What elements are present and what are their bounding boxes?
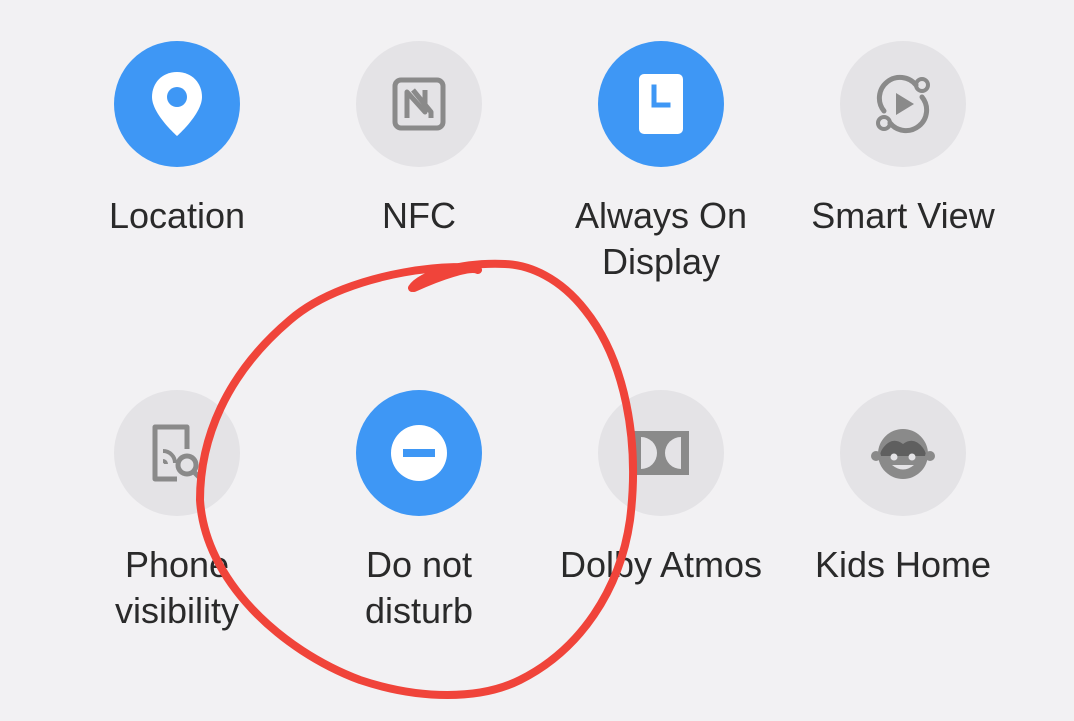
tile-smart-view[interactable]: Smart View	[782, 41, 1024, 239]
tile-dolby-atmos[interactable]: Dolby Atmos	[540, 390, 782, 588]
tile-label-dolby-atmos: Dolby Atmos	[559, 544, 763, 585]
tile-label-phone-visibility: Phone visibility	[114, 544, 239, 631]
tile-do-not-disturb[interactable]: Do not disturb	[298, 390, 540, 634]
location-pin-icon	[152, 72, 202, 136]
tile-location[interactable]: Location	[56, 41, 298, 239]
smart-view-icon	[876, 74, 930, 134]
tile-label-always-on-display: Always On Display	[574, 195, 748, 282]
dolby-atmos-icon	[633, 431, 689, 475]
tile-label-location: Location	[108, 195, 246, 236]
dolby-atmos-toggle[interactable]	[598, 390, 724, 516]
kids-home-toggle[interactable]	[840, 390, 966, 516]
tile-nfc[interactable]: NFC	[298, 41, 540, 239]
tile-always-on-display[interactable]: Always On Display	[540, 41, 782, 285]
tile-label-smart-view: Smart View	[811, 195, 995, 236]
tile-label-kids-home: Kids Home	[814, 544, 992, 585]
phone-visibility-toggle[interactable]	[114, 390, 240, 516]
smart-view-toggle[interactable]	[840, 41, 966, 167]
tile-phone-visibility[interactable]: Phone visibility	[56, 390, 298, 634]
phone-visibility-icon	[152, 424, 205, 483]
tile-label-nfc: NFC	[382, 195, 456, 236]
tile-label-do-not-disturb: Do not disturb	[364, 544, 474, 631]
nfc-toggle[interactable]	[356, 41, 482, 167]
do-not-disturb-icon	[391, 425, 447, 481]
nfc-icon	[392, 77, 446, 131]
tile-kids-home[interactable]: Kids Home	[782, 390, 1024, 588]
location-toggle[interactable]	[114, 41, 240, 167]
always-on-display-toggle[interactable]	[598, 41, 724, 167]
always-on-display-icon	[639, 74, 683, 134]
do-not-disturb-toggle[interactable]	[356, 390, 482, 516]
kids-home-icon	[871, 429, 935, 479]
